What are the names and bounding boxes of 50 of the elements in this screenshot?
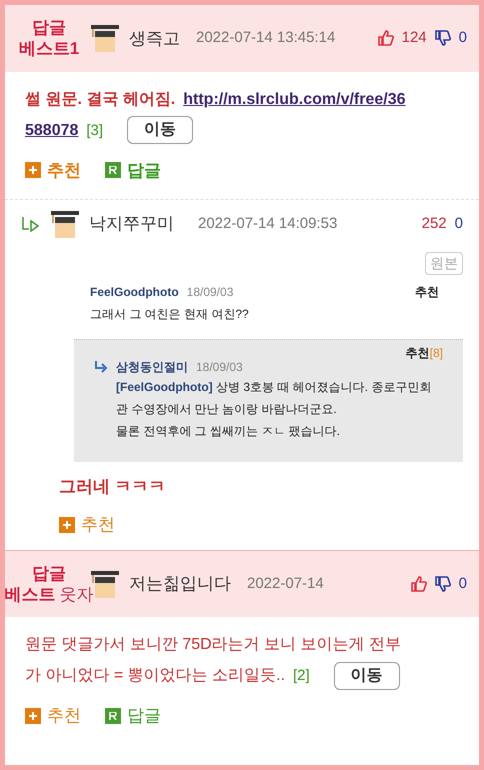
category-tag: 웃자: [60, 584, 94, 605]
reply-text: [FeelGoodphoto] 상병 3호봉 때 헤어졌습니다. 종로구민회관 수영장에서 만난 놈이랑 바람나더군요.: [116, 379, 432, 418]
nickname[interactable]: 낙지쭈꾸미: [89, 211, 174, 237]
quote-author: FeelGoodphoto: [90, 284, 179, 301]
reply-count: [3]: [86, 120, 104, 140]
comment-text: 썰 원문. 결국 헤어짐.: [25, 90, 176, 110]
thumbs-up-icon[interactable]: [410, 576, 427, 592]
reply-arrow-icon: [21, 216, 41, 232]
badge-label: 답글: [32, 17, 66, 38]
comment-text: 그러네 ㅋㅋㅋ: [59, 477, 166, 496]
quote-text: 그래서 그 여친은 현재 여친??: [90, 306, 249, 323]
dislike-count: 0: [454, 214, 463, 234]
thumbs-up-icon[interactable]: [378, 30, 394, 46]
post-link[interactable]: http://m.slrclub.com/v/free/36: [183, 84, 406, 114]
avatar-icon: [49, 208, 81, 240]
reply-icon: [105, 708, 121, 724]
comment-text: 가 아니었다 = 뽕이었다는 소리일듯..: [25, 666, 286, 686]
reply-date: 18/09/03: [196, 359, 243, 376]
move-button[interactable]: 이동: [127, 116, 194, 144]
timestamp: 2022-07-14 13:45:14: [196, 28, 336, 48]
thumbs-down-icon[interactable]: [434, 576, 451, 592]
dislike-count: 0: [458, 574, 467, 594]
like-count: 252: [422, 214, 447, 234]
badge-label: 답글: [32, 562, 66, 584]
reply-text: 물론 전역후에 그 씹쌔끼는 ㅈㄴ 팼습니다.: [116, 423, 342, 440]
reply-button[interactable]: 답글: [105, 158, 161, 183]
reply-author: 삼청동인절미: [116, 359, 188, 376]
timestamp: 2022-07-14: [247, 574, 324, 594]
plus-icon: [25, 708, 41, 724]
plus-icon: [25, 162, 41, 178]
timestamp: 2022-07-14 14:09:53: [198, 214, 338, 234]
recommend-label: 추천[8]: [406, 345, 443, 362]
quote-date: 18/09/03: [186, 284, 234, 301]
badge-label: 베스트: [4, 584, 56, 605]
nickname[interactable]: 저는칢입니다: [129, 571, 231, 596]
comment-text: 원문 댓글가서 보니깐 75D라는거 보니 보이는게 전부: [25, 635, 402, 655]
avatar-icon: [89, 22, 121, 54]
badge-label: 베스트1: [18, 38, 80, 60]
recommend-label: 추천: [415, 284, 439, 301]
reply-icon: [105, 162, 121, 178]
reply-arrow-icon: [94, 361, 108, 373]
move-button[interactable]: 이동: [334, 662, 400, 690]
reply-count: [2]: [293, 666, 310, 686]
thumbs-down-icon[interactable]: [434, 30, 451, 46]
dislike-count: 0: [458, 28, 467, 48]
like-count: 124: [402, 28, 427, 48]
nickname[interactable]: 생즉고: [129, 26, 180, 51]
post-link[interactable]: 588078: [25, 114, 78, 146]
reply-button[interactable]: 답글: [105, 703, 161, 728]
plus-icon: [59, 516, 75, 533]
